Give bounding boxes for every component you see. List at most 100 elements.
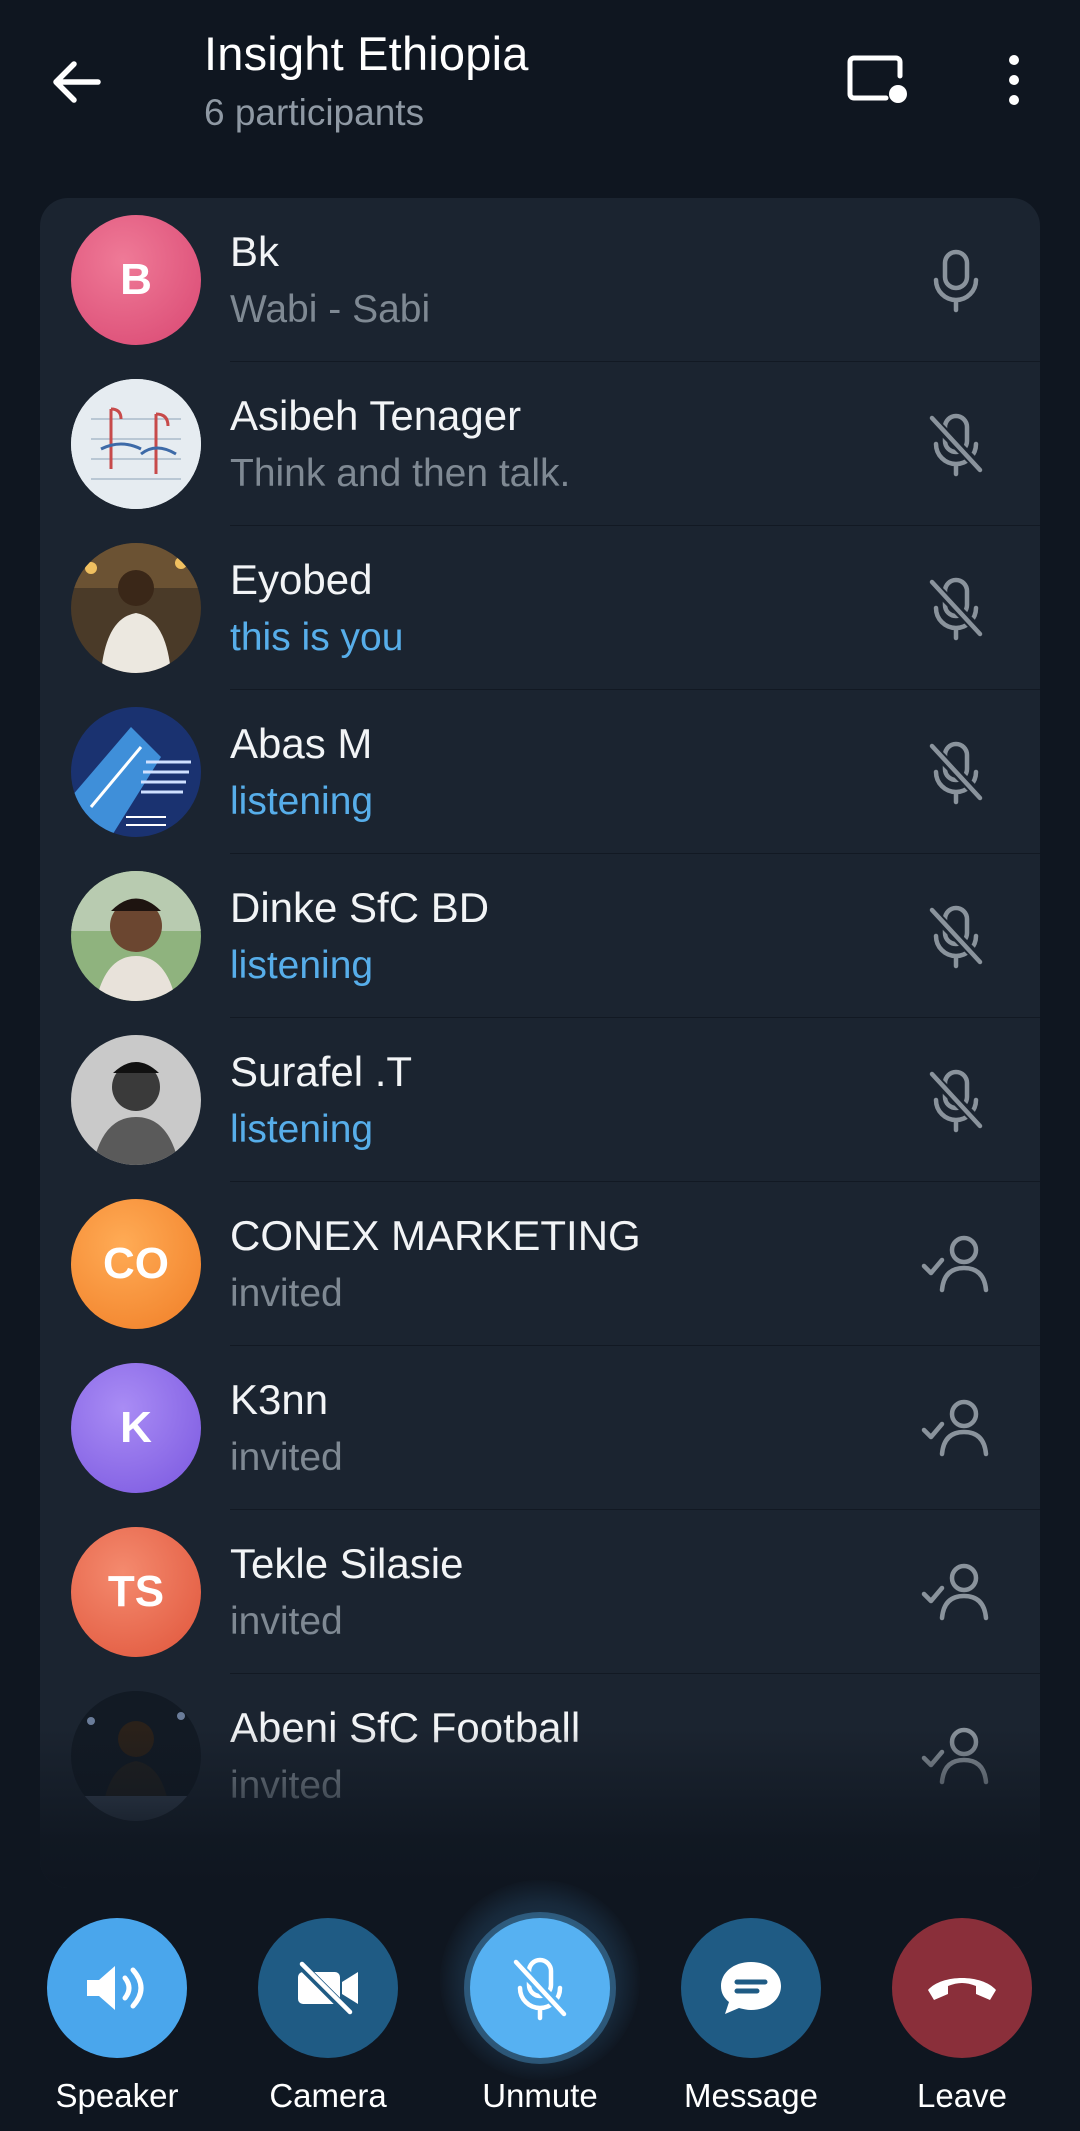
- avatar-image: [71, 1691, 201, 1821]
- avatar: TS: [71, 1527, 201, 1657]
- participant-row[interactable]: K K3nn invited: [40, 1346, 1040, 1510]
- avatar: [71, 1035, 201, 1165]
- avatar: CO: [71, 1199, 201, 1329]
- mic-toggle[interactable]: [920, 410, 992, 478]
- mic-toggle[interactable]: [920, 738, 992, 806]
- invited-indicator: [920, 1722, 992, 1790]
- avatar: K: [71, 1363, 201, 1493]
- participant-row[interactable]: CO CONEX MARKETING invited: [40, 1182, 1040, 1346]
- message-circle: [681, 1918, 821, 2058]
- unmute-button[interactable]: Unmute: [445, 1914, 635, 2129]
- avatar-initials: B: [120, 255, 152, 304]
- microphone-muted-icon: [510, 1957, 570, 2021]
- avatar-image: [71, 543, 201, 673]
- participant-row[interactable]: B Bk Wabi - Sabi: [40, 198, 1040, 362]
- participant-name: Asibeh Tenager: [230, 392, 522, 439]
- more-options-button[interactable]: [996, 52, 1032, 108]
- participant-status: invited: [230, 1436, 343, 1479]
- participant-status: invited: [230, 1764, 343, 1807]
- participant-row[interactable]: Asibeh Tenager Think and then talk.: [40, 362, 1040, 526]
- microphone-muted-icon: [926, 1069, 986, 1133]
- speaker-circle: [47, 1918, 187, 2058]
- user-invited-icon: [921, 1235, 989, 1293]
- invited-indicator: [920, 1558, 992, 1626]
- camera-circle: [258, 1918, 398, 2058]
- unmute-circle: [470, 1918, 610, 2058]
- participant-status: this is you: [230, 616, 404, 659]
- avatar: [71, 543, 201, 673]
- back-button[interactable]: [44, 52, 114, 112]
- participant-row[interactable]: Eyobed this is you: [40, 526, 1040, 690]
- participant-name: Eyobed: [230, 556, 373, 603]
- invited-indicator: [920, 1230, 992, 1298]
- end-call-icon: [928, 1978, 996, 2000]
- leave-circle: [892, 1918, 1032, 2058]
- avatar-initials: CO: [103, 1239, 169, 1288]
- participant-status: invited: [230, 1600, 343, 1643]
- participants-list: B Bk Wabi - Sabi Asibeh Tenager Think an…: [40, 198, 1040, 1888]
- avatar-image: [71, 379, 201, 509]
- avatar: B: [71, 215, 201, 345]
- screen-share-icon: [847, 55, 907, 103]
- participant-row[interactable]: Abeni SfC Football invited: [40, 1674, 1040, 1838]
- participant-row[interactable]: Surafel .T listening: [40, 1018, 1040, 1182]
- participant-row[interactable]: Abas M listening: [40, 690, 1040, 854]
- unmute-label: Unmute: [482, 2077, 598, 2114]
- speaker-icon: [87, 1966, 144, 2010]
- participant-name: Abas M: [230, 720, 373, 767]
- message-icon: [721, 1962, 781, 2014]
- participant-status: listening: [230, 1108, 374, 1151]
- mic-toggle[interactable]: [920, 246, 992, 314]
- user-invited-icon: [921, 1399, 989, 1457]
- microphone-muted-icon: [926, 413, 986, 477]
- participant-name: Bk: [230, 228, 280, 275]
- participant-name: CONEX MARKETING: [230, 1212, 641, 1259]
- mic-toggle[interactable]: [920, 1066, 992, 1134]
- more-vertical-icon: [1009, 55, 1019, 105]
- avatar-image: [71, 1035, 201, 1165]
- user-invited-icon: [921, 1727, 989, 1785]
- avatar-initials: TS: [107, 1567, 165, 1616]
- invited-indicator: [920, 1394, 992, 1462]
- microphone-muted-icon: [926, 905, 986, 969]
- screen-share-button[interactable]: [846, 52, 910, 108]
- avatar: [71, 1691, 201, 1821]
- avatar-image: [71, 871, 201, 1001]
- avatar-initials: K: [120, 1403, 152, 1452]
- participant-status: invited: [230, 1272, 343, 1315]
- participant-status: listening: [230, 780, 374, 823]
- participant-name: Dinke SfC BD: [230, 884, 490, 931]
- avatar: [71, 379, 201, 509]
- participant-row[interactable]: TS Tekle Silasie invited: [40, 1510, 1040, 1674]
- mic-toggle[interactable]: [920, 574, 992, 642]
- camera-button[interactable]: Camera: [233, 1914, 423, 2129]
- microphone-muted-icon: [926, 741, 986, 805]
- avatar: [71, 871, 201, 1001]
- microphone-icon: [933, 249, 979, 313]
- microphone-muted-icon: [926, 577, 986, 641]
- participant-name: Surafel .T: [230, 1048, 413, 1095]
- participant-row[interactable]: Dinke SfC BD listening: [40, 854, 1040, 1018]
- camera-off-icon: [296, 1960, 358, 2018]
- message-button[interactable]: Message: [656, 1914, 846, 2129]
- participant-name: Abeni SfC Football: [230, 1704, 581, 1751]
- participant-status: Wabi - Sabi: [230, 288, 431, 331]
- user-invited-icon: [921, 1563, 989, 1621]
- leave-button[interactable]: Leave: [867, 1914, 1057, 2129]
- mic-toggle[interactable]: [920, 902, 992, 970]
- participants-count: 6 participants: [204, 92, 425, 133]
- camera-label: Camera: [269, 2077, 387, 2114]
- avatar: [71, 707, 201, 837]
- avatar-image: [71, 707, 201, 837]
- leave-label: Leave: [917, 2077, 1007, 2114]
- arrow-left-icon: [53, 61, 101, 103]
- participant-status: Think and then talk.: [230, 452, 571, 495]
- page-title: Insight Ethiopia: [204, 27, 529, 80]
- call-header: Insight Ethiopia 6 participants: [0, 0, 1080, 180]
- speaker-label: Speaker: [55, 2077, 179, 2114]
- speaker-button[interactable]: Speaker: [22, 1914, 212, 2129]
- call-controls: Speaker Camera Unmute Message Leave: [0, 1900, 1080, 2131]
- participant-status: listening: [230, 944, 374, 987]
- participant-name: K3nn: [230, 1376, 329, 1423]
- message-label: Message: [684, 2077, 818, 2114]
